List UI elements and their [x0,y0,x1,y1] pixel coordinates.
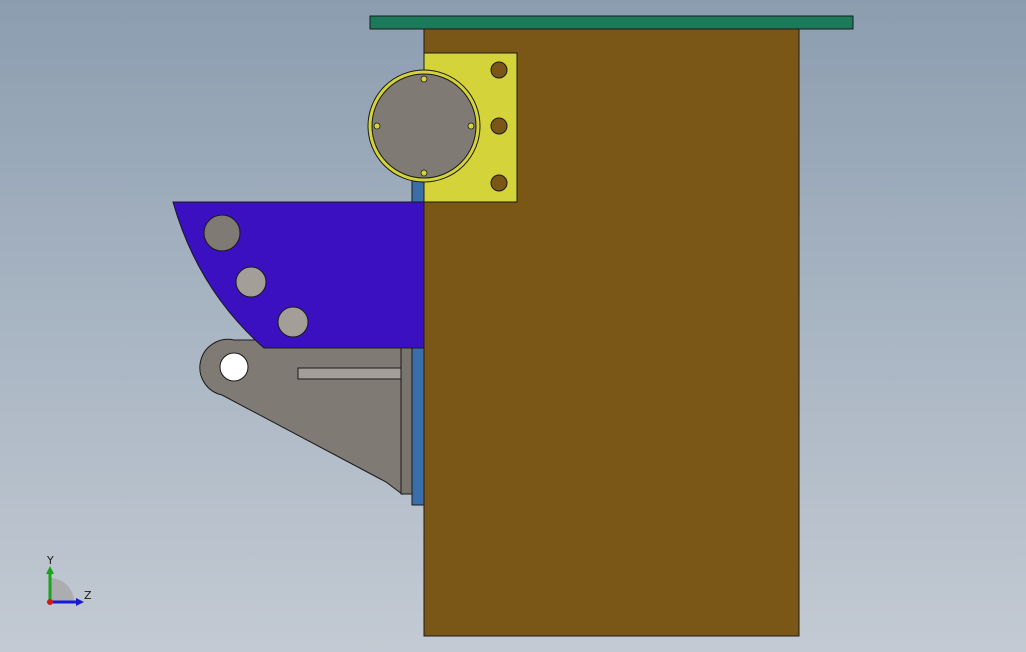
z-axis-label: Z [84,589,92,602]
motor-screw-hole[interactable] [420,75,428,83]
cad-model-view[interactable] [0,0,1026,652]
motor-face[interactable] [371,73,477,179]
z-axis-arrow [76,598,84,606]
y-axis-label: Y [47,554,54,567]
motor-screw-hole[interactable] [373,122,381,130]
x-axis-point [47,599,53,605]
bracket-bolt-hole[interactable] [490,61,508,79]
bracket-bolt-hole[interactable] [490,174,508,192]
top-plate[interactable] [369,15,854,30]
hinge-arm-web[interactable] [400,346,413,495]
hinge-arm-slot[interactable] [297,367,402,380]
triad-arc [50,578,74,602]
bracket-bolt-hole[interactable] [490,117,508,135]
reference-triad [46,566,84,606]
blade-hole[interactable] [203,214,241,252]
graphics-viewport[interactable]: Y Z [0,0,1026,652]
motor-screw-hole[interactable] [467,122,475,130]
motor-screw-hole[interactable] [420,169,428,177]
blade-hole[interactable] [277,306,309,338]
blade-hole[interactable] [235,266,267,298]
hinge-pivot-hole[interactable] [219,352,249,382]
y-axis-arrow [46,566,54,574]
